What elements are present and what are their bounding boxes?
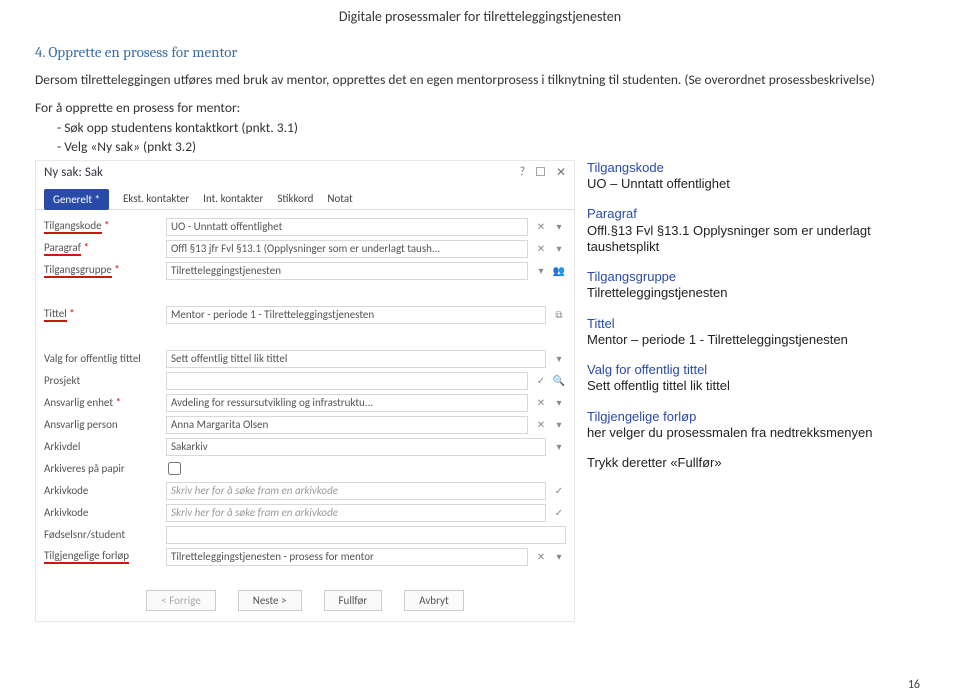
checkbox-arkiveres-papir[interactable] [168, 462, 181, 475]
note-text: Tilretteleggingstjenesten [587, 285, 925, 301]
field-arkivkode-2[interactable]: Skriv her for å søke fram en arkivkode [166, 504, 546, 522]
next-button[interactable]: Neste > [238, 590, 302, 611]
note-title: Tilgjengelige forløp [587, 409, 925, 425]
field-arkivkode[interactable]: Skriv her for å søke fram en arkivkode [166, 482, 546, 500]
tab-stikkord[interactable]: Stikkord [277, 188, 313, 209]
clear-icon[interactable]: ✕ [534, 418, 548, 431]
side-notes: Tilgangskode UO – Unntatt offentlighet P… [587, 160, 925, 622]
field-ansvarlig-enhet[interactable]: Avdeling for ressursutvikling og infrast… [166, 394, 528, 412]
note-title: Tilgangskode [587, 160, 925, 176]
note-text: Mentor – periode 1 - Tilretteleggingstje… [587, 332, 925, 348]
note-title: Tittel [587, 316, 925, 332]
label-paragraf: Paragraf [44, 241, 162, 256]
field-arkivdel[interactable]: Sakarkiv [166, 438, 546, 456]
note-title: Paragraf [587, 206, 925, 222]
steps-list: Søk opp studentens kontaktkort (pnkt. 3.… [57, 119, 925, 155]
field-offentlig-tittel[interactable]: Sett offentlig tittel lik tittel [166, 350, 546, 368]
tab-int-kontakter[interactable]: Int. kontakter [203, 188, 263, 209]
label-fodselsnr: Fødselsnr/student [44, 528, 162, 541]
note-title: Valg for offentlig tittel [587, 362, 925, 378]
steps-intro: For å opprette en prosess for mentor: [35, 99, 925, 117]
label-offentlig-tittel: Valg for offentlig tittel [44, 352, 162, 365]
note-text: Trykk deretter «Fullfør» [587, 455, 925, 471]
clear-icon[interactable]: ✕ [534, 242, 548, 255]
label-arkivdel: Arkivdel [44, 440, 162, 453]
note-text: her velger du prosessmalen fra nedtrekks… [587, 425, 925, 441]
label-forlop: Tilgjengelige forløp [44, 549, 162, 564]
label-arkiveres-papir: Arkiveres på papir [44, 462, 162, 475]
document-header: Digitale prosessmaler for tilretteleggin… [35, 8, 925, 25]
clear-icon[interactable]: ✕ [534, 220, 548, 233]
step-item: Søk opp studentens kontaktkort (pnkt. 3.… [57, 119, 925, 137]
check-icon[interactable]: ✓ [534, 374, 548, 387]
help-icon[interactable]: ? [520, 165, 526, 180]
field-prosjekt[interactable] [166, 372, 528, 390]
field-ansvarlig-person[interactable]: Anna Margarita Olsen [166, 416, 528, 434]
chevron-down-icon[interactable]: ▾ [534, 264, 548, 277]
note-title: Tilgangsgruppe [587, 269, 925, 285]
field-forlop[interactable]: Tilretteleggingstjenesten - prosess for … [166, 548, 528, 566]
tab-ekst-kontakter[interactable]: Ekst. kontakter [123, 188, 189, 209]
search-icon[interactable]: 🔍 [552, 374, 566, 387]
finish-button[interactable]: Fullfør [324, 590, 383, 611]
copy-icon[interactable]: ⧉ [552, 308, 566, 321]
clear-icon[interactable]: ✕ [534, 396, 548, 409]
chevron-down-icon[interactable]: ▾ [552, 396, 566, 409]
label-tilgangskode: Tilgangskode [44, 219, 162, 234]
maximize-icon[interactable]: ☐ [535, 165, 546, 180]
label-arkivkode-2: Arkivkode [44, 506, 162, 519]
intro-paragraph: Dersom tilretteleggingen utføres med bru… [35, 71, 925, 89]
cancel-button[interactable]: Avbryt [404, 590, 464, 611]
group-icon[interactable]: 👥 [552, 264, 566, 277]
note-text: Offl.§13 Fvl §13.1 Opplysninger som er u… [587, 223, 925, 256]
prev-button[interactable]: < Forrige [146, 590, 215, 611]
label-ansvarlig-person: Ansvarlig person [44, 418, 162, 431]
label-tittel: Tittel [44, 307, 162, 322]
chevron-down-icon[interactable]: ▾ [552, 242, 566, 255]
wizard-buttons: < Forrige Neste > Fullfør Avbryt [36, 582, 574, 621]
chevron-down-icon[interactable]: ▾ [552, 352, 566, 365]
tab-bar: Generelt * Ekst. kontakter Int. kontakte… [36, 182, 574, 210]
section-title: 4. Opprette en prosess for mentor [35, 43, 925, 61]
chevron-down-icon[interactable]: ▾ [552, 550, 566, 563]
dialog-title: Ny sak: Sak [44, 165, 103, 180]
note-text: UO – Unntatt offentlighet [587, 176, 925, 192]
field-paragraf[interactable]: Offl §13 jfr Fvl §13.1 (Opplysninger som… [166, 240, 528, 258]
note-text: Sett offentlig tittel lik tittel [587, 378, 925, 394]
label-arkivkode: Arkivkode [44, 484, 162, 497]
field-tittel[interactable]: Mentor - periode 1 - Tilretteleggingstje… [166, 306, 546, 324]
label-tilgangsgruppe: Tilgangsgruppe [44, 263, 162, 278]
label-prosjekt: Prosjekt [44, 374, 162, 387]
label-ansvarlig-enhet: Ansvarlig enhet [44, 396, 162, 409]
chevron-down-icon[interactable]: ▾ [552, 418, 566, 431]
app-screenshot: Ny sak: Sak ? ☐ ✕ Generelt * Ekst. konta… [35, 160, 575, 622]
chevron-down-icon[interactable]: ▾ [552, 440, 566, 453]
close-icon[interactable]: ✕ [556, 165, 566, 180]
step-item: Velg «Ny sak» (pnkt 3.2) [57, 138, 925, 156]
check-icon[interactable]: ✓ [552, 484, 566, 497]
field-tilgangskode[interactable]: UO - Unntatt offentlighet [166, 218, 528, 236]
field-fodselsnr[interactable] [166, 526, 566, 544]
check-icon[interactable]: ✓ [552, 506, 566, 519]
form-area: Tilgangskode UO - Unntatt offentlighet ✕… [36, 210, 574, 576]
chevron-down-icon[interactable]: ▾ [552, 220, 566, 233]
clear-icon[interactable]: ✕ [534, 550, 548, 563]
tab-notat[interactable]: Notat [327, 188, 352, 209]
field-tilgangsgruppe[interactable]: Tilretteleggingstjenesten [166, 262, 528, 280]
tab-generelt[interactable]: Generelt * [44, 189, 109, 210]
